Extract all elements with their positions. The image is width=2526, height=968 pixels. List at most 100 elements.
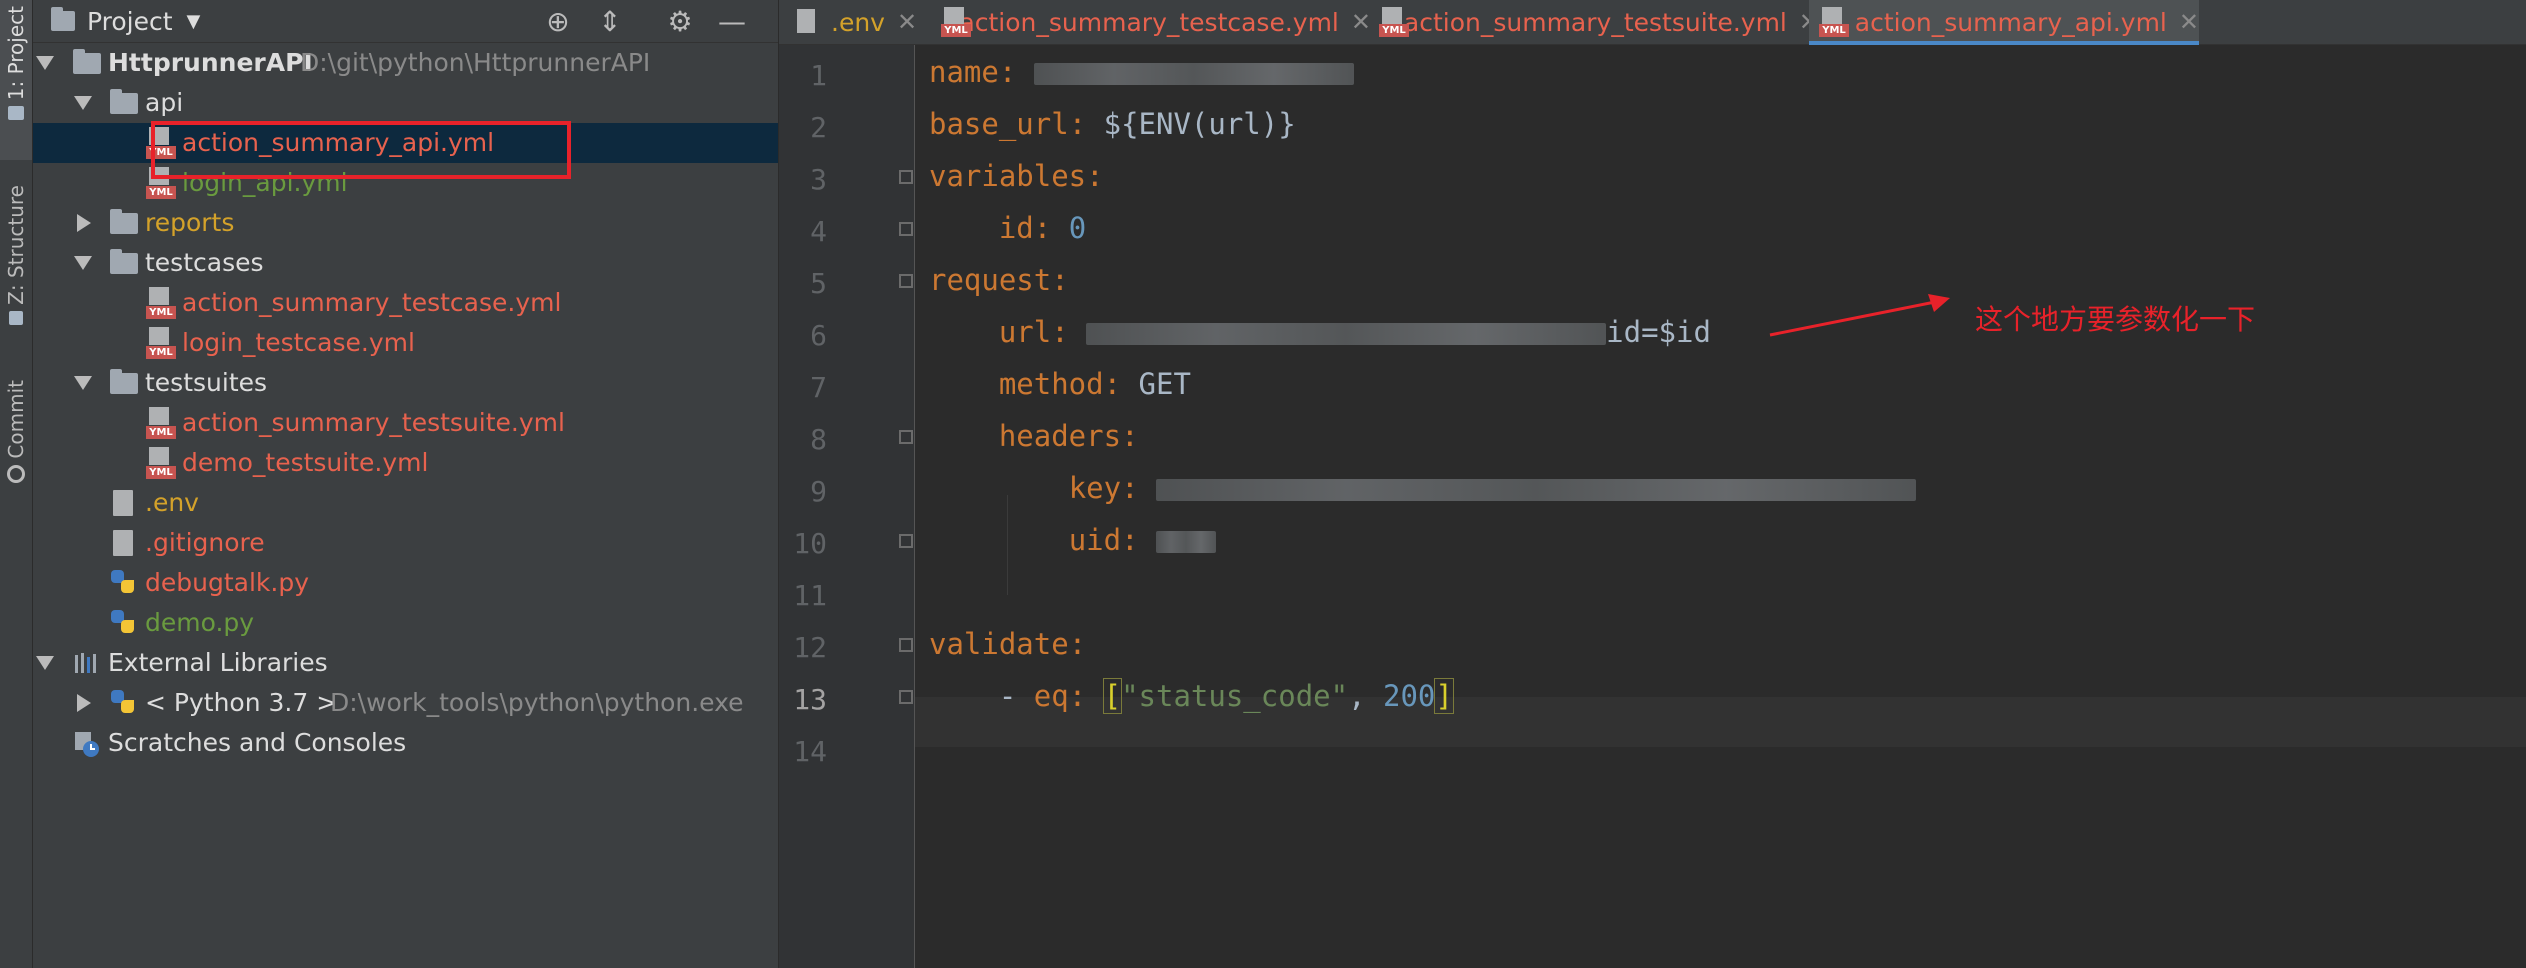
file-label: login_testcase.yml: [182, 328, 415, 357]
chevron-down-icon[interactable]: ▼: [187, 11, 201, 32]
collapse-all-icon[interactable]: ⇕: [595, 5, 625, 38]
structure-icon: [9, 310, 23, 325]
tab-action-summary-testsuite[interactable]: YML action_summary_testsuite.yml ✕: [1379, 0, 1819, 44]
tree-row-demo-testsuite[interactable]: YML demo_testsuite.yml: [33, 443, 778, 483]
fold-marker-icon[interactable]: [899, 222, 913, 236]
annotation-arrow-icon: [1769, 294, 1950, 337]
project-tool-tab-label: 1: Project: [4, 6, 28, 101]
sdk-label: < Python 3.7 >: [145, 688, 338, 717]
fold-marker-icon[interactable]: [899, 274, 913, 288]
line-number: 11: [793, 579, 827, 612]
code-line-5: request:: [929, 263, 1069, 297]
project-view-title[interactable]: Project: [87, 7, 173, 36]
expand-arrow-icon[interactable]: [36, 56, 54, 70]
project-tool-tab[interactable]: 1: Project: [0, 0, 32, 160]
code-line-7: method: GET: [998, 367, 1191, 401]
code-line-2: base_url: ${ENV(url)}: [929, 107, 1296, 141]
scratches-icon: [73, 730, 101, 758]
editor-tab-bar: .env ✕ YML action_summary_testcase.yml ✕…: [779, 0, 2526, 45]
folder-label: Scratches and Consoles: [108, 728, 407, 757]
expand-arrow-icon[interactable]: [36, 656, 54, 670]
tree-row-testsuites[interactable]: testsuites: [33, 363, 778, 403]
tree-row-python-sdk[interactable]: < Python 3.7 > D:\work_tools\python\pyth…: [33, 683, 778, 723]
folder-icon: [110, 369, 138, 394]
code-line-13: - eq: ["status_code", 200]: [998, 678, 1454, 714]
python-sdk-icon: [111, 690, 137, 716]
collapse-arrow-icon[interactable]: [77, 214, 91, 232]
folder-icon: [110, 89, 138, 114]
text-file-icon: [113, 490, 133, 516]
locate-icon[interactable]: ⊕: [543, 5, 573, 38]
expand-arrow-icon[interactable]: [74, 256, 92, 270]
line-number: 2: [810, 111, 827, 144]
fold-marker-icon[interactable]: [899, 170, 913, 184]
hide-icon[interactable]: —: [717, 5, 747, 38]
ignore-file-icon: [113, 530, 133, 556]
close-icon[interactable]: ✕: [897, 8, 917, 36]
text-file-icon: [793, 7, 821, 37]
annotation-text: 这个地方要参数化一下: [1975, 303, 2256, 336]
folder-label: reports: [145, 208, 235, 237]
collapse-arrow-icon[interactable]: [77, 694, 91, 712]
line-number: 5: [810, 267, 827, 300]
sdk-path: D:\work_tools\python\python.exe: [330, 688, 744, 717]
gutter-divider: [914, 45, 915, 968]
tab-env[interactable]: .env ✕: [793, 0, 933, 44]
expand-arrow-icon[interactable]: [74, 376, 92, 390]
code-editor[interactable]: 1 2 3 4 5 6 7 8 9 10 11 12 13 14 name: b…: [779, 45, 2526, 968]
code-line-12: validate:: [929, 627, 1087, 661]
tree-row-action-summary-testcase[interactable]: YML action_summary_testcase.yml: [33, 283, 778, 323]
tree-row-demo[interactable]: demo.py: [33, 603, 778, 643]
folder-label: testsuites: [145, 368, 268, 397]
code-line-8: headers:: [998, 419, 1139, 453]
fold-marker-icon[interactable]: [899, 638, 913, 652]
commit-icon: [7, 464, 25, 483]
tree-row-root[interactable]: HttprunnerAPI D:\git\python\HttprunnerAP…: [33, 43, 778, 83]
tree-row-gitignore[interactable]: .gitignore: [33, 523, 778, 563]
close-icon[interactable]: ✕: [2179, 8, 2199, 36]
redacted-text: [1156, 479, 1917, 501]
line-number: 6: [810, 319, 827, 352]
redacted-text: [1156, 531, 1217, 553]
tree-row-external-libraries[interactable]: External Libraries: [33, 643, 778, 683]
tree-row-scratches[interactable]: Scratches and Consoles: [33, 723, 778, 763]
structure-tool-tab[interactable]: Z: Structure: [0, 185, 32, 325]
fold-marker-icon[interactable]: [899, 690, 913, 704]
line-number: 1: [810, 59, 827, 92]
file-label: demo_testsuite.yml: [182, 448, 429, 477]
tab-label: action_summary_api.yml: [1854, 7, 2167, 37]
line-number: 7: [810, 371, 827, 404]
tree-row-action-summary-testsuite[interactable]: YML action_summary_testsuite.yml: [33, 403, 778, 443]
project-panel: Project ▼ ⊕ ⇕ ⚙ — HttprunnerAPI D:\git\p…: [33, 0, 778, 968]
expand-arrow-icon[interactable]: [74, 96, 92, 110]
file-label: action_summary_testsuite.yml: [182, 408, 565, 437]
file-label: .gitignore: [145, 528, 265, 557]
yml-file-icon: YML: [146, 407, 176, 439]
commit-tool-tab[interactable]: Commit: [0, 380, 32, 483]
tab-action-summary-testcase[interactable]: YML action_summary_testcase.yml ✕: [941, 0, 1371, 44]
code-line-6: url: id=$id: [998, 315, 1711, 349]
tree-row-env[interactable]: .env: [33, 483, 778, 523]
line-number: 12: [793, 631, 827, 664]
structure-tool-tab-label: Z: Structure: [4, 185, 28, 305]
gear-icon[interactable]: ⚙: [665, 5, 695, 38]
tab-label: .env: [831, 7, 885, 37]
fold-marker-icon[interactable]: [899, 534, 913, 548]
tree-row-login-testcase[interactable]: YML login_testcase.yml: [33, 323, 778, 363]
tree-row-api[interactable]: api: [33, 83, 778, 123]
tab-label: action_summary_testsuite.yml: [1403, 7, 1787, 37]
code-line-1: name:: [929, 55, 1354, 89]
root-project-name: HttprunnerAPI: [108, 48, 313, 77]
tab-action-summary-api[interactable]: YML action_summary_api.yml ✕: [1809, 0, 2199, 45]
tree-row-debugtalk[interactable]: debugtalk.py: [33, 563, 778, 603]
tree-row-reports[interactable]: reports: [33, 203, 778, 243]
yml-file-icon: YML: [1379, 7, 1409, 37]
close-icon[interactable]: ✕: [1351, 8, 1371, 36]
tree-row-testcases[interactable]: testcases: [33, 243, 778, 283]
line-number: 10: [793, 527, 827, 560]
project-panel-header: Project ▼ ⊕ ⇕ ⚙ —: [33, 0, 778, 43]
code-line-9: key:: [929, 471, 1917, 505]
yml-file-icon: YML: [1819, 7, 1849, 37]
fold-marker-icon[interactable]: [899, 430, 913, 444]
file-label: demo.py: [145, 608, 255, 637]
